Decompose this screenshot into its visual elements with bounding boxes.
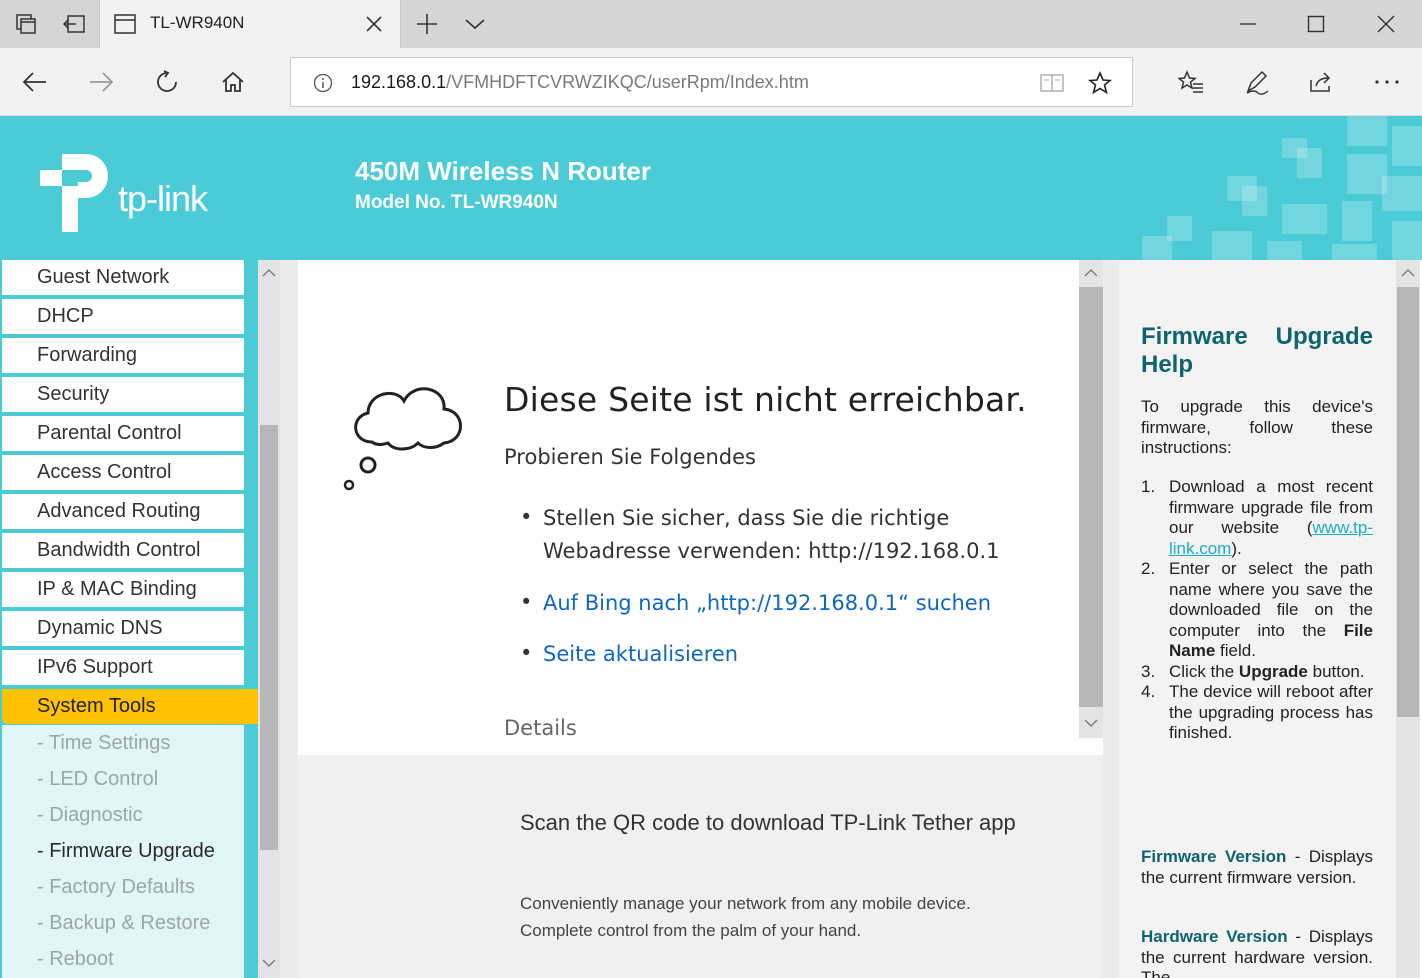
url-host: 192.168.0.1: [351, 72, 447, 92]
help-intro: To upgrade this device's firmware, follo…: [1141, 397, 1373, 457]
help-step-3: 3. Click the Upgrade button.: [1141, 661, 1365, 681]
main-frame: Diese Seite ist nicht erreichbar. Probie…: [298, 260, 1103, 978]
bullet-dot: •: [520, 505, 533, 529]
favorite-star-icon[interactable]: [1085, 58, 1115, 108]
new-tab-icon[interactable]: [403, 0, 451, 48]
submenu-item-diagnostic[interactable]: - Diagnostic: [2, 797, 244, 833]
bullet-dot: •: [520, 590, 533, 614]
sidebar-item-ip-mac-binding[interactable]: IP & MAC Binding: [2, 572, 244, 607]
cloud-thought-icon: [343, 387, 462, 491]
tab-manager-icon[interactable]: [2, 0, 50, 48]
tab-preview-chevron-icon[interactable]: [451, 0, 499, 48]
logo-text: tp-link: [118, 178, 208, 219]
tab-router[interactable]: TL-WR940N: [99, 0, 401, 48]
page-icon: [114, 14, 136, 38]
sidebar-item-ipv6-support[interactable]: IPv6 Support: [2, 650, 244, 685]
submenu-item-firmware-upgrade[interactable]: - Firmware Upgrade: [2, 833, 244, 869]
help-step-2: 2. Enter or select the path name where yo…: [1141, 559, 1373, 660]
reading-view-icon[interactable]: [1037, 58, 1067, 108]
router-header: tp-link 450M Wireless N Router Model No.…: [0, 116, 1422, 260]
url-path: /VFMHDFTCVRWZIKQC/userRpm/Index.htm: [446, 72, 809, 92]
minimize-icon[interactable]: [1214, 0, 1282, 48]
suggestion-line-1: Stellen Sie sicher, dass Sie die richtig…: [543, 506, 950, 530]
pen-notes-icon[interactable]: [1224, 48, 1290, 116]
menu-scrollbar-thumb[interactable]: [260, 425, 278, 850]
main-scroll-down-icon[interactable]: [1080, 712, 1102, 734]
help-panel: Firmware Upgrade Help To upgrade this de…: [1119, 260, 1396, 978]
submenu-item-factory-defaults[interactable]: - Factory Defaults: [2, 869, 244, 905]
forward-arrow-icon[interactable]: [68, 48, 134, 116]
bing-search-link[interactable]: Auf Bing nach „http://192.168.0.1“ suche…: [543, 587, 991, 620]
more-menu-icon[interactable]: [1354, 48, 1420, 116]
sidebar-item-security[interactable]: Security: [2, 377, 244, 412]
maximize-icon[interactable]: [1282, 0, 1350, 48]
error-subtitle: Probieren Sie Folgendes: [504, 445, 756, 469]
help-scrollbar-thumb[interactable]: [1397, 287, 1419, 717]
menu-scroll-up-icon[interactable]: [258, 262, 280, 284]
submenu-item-reboot[interactable]: - Reboot: [2, 941, 244, 977]
qr-promo-panel: Scan the QR code to download TP-Link Tet…: [298, 755, 1103, 978]
refresh-page-link[interactable]: Seite aktualisieren: [543, 638, 738, 671]
home-icon[interactable]: [200, 48, 266, 116]
help-firmware-version: Firmware Version - Displays the current …: [1141, 847, 1373, 887]
main-scroll-up-icon[interactable]: [1080, 262, 1102, 284]
frame-divider: [280, 260, 298, 978]
sidebar-item-forwarding[interactable]: Forwarding: [2, 338, 244, 373]
set-tabs-aside-icon[interactable]: [50, 0, 98, 48]
favorites-icon[interactable]: [1158, 48, 1224, 116]
details-toggle[interactable]: Details: [504, 716, 577, 740]
help-scroll-up-icon[interactable]: [1397, 262, 1419, 284]
router-model: Model No. TL-WR940N: [355, 192, 558, 213]
router-title: 450M Wireless N Router: [355, 156, 651, 186]
browser-titlebar: TL-WR940N: [0, 0, 1422, 48]
url-text[interactable]: 192.168.0.1/VFMHDFTCVRWZIKQC/userRpm/Ind…: [351, 72, 809, 93]
sidebar-item-dhcp[interactable]: DHCP: [2, 299, 244, 334]
help-steps: 1. Download a most recent firmware upgrad…: [1141, 477, 1373, 744]
back-arrow-icon[interactable]: [2, 48, 68, 116]
menu-scroll-down-icon[interactable]: [258, 952, 280, 974]
close-tab-icon[interactable]: [362, 12, 386, 40]
suggestion-line-2: Webadresse verwenden: http://192.168.0.1: [543, 539, 1000, 563]
help-step-4: 4. The device will reboot after the upgra…: [1141, 682, 1373, 742]
sidebar-item-advanced-routing[interactable]: Advanced Routing: [2, 494, 244, 529]
sidebar-item-system-tools[interactable]: System Tools: [2, 689, 258, 724]
address-bar[interactable]: 192.168.0.1/VFMHDFTCVRWZIKQC/userRpm/Ind…: [290, 57, 1133, 107]
sidebar-item-access-control[interactable]: Access Control: [2, 455, 244, 490]
bullet-dot: •: [520, 641, 533, 665]
error-title: Diese Seite ist nicht erreichbar.: [504, 380, 1027, 419]
sidebar-item-parental-control[interactable]: Parental Control: [2, 416, 244, 451]
tab-title: TL-WR940N: [150, 13, 245, 32]
frame-divider: [1103, 260, 1119, 978]
sidebar-menu: Guest Network DHCP Forwarding Security P…: [0, 260, 258, 978]
submenu-item-backup-restore[interactable]: - Backup & Restore: [2, 905, 244, 941]
main-scrollbar-thumb[interactable]: [1079, 287, 1103, 707]
tp-link-logo: [36, 152, 114, 236]
submenu-item-time-settings[interactable]: - Time Settings: [2, 725, 244, 761]
sidebar-item-guest-network[interactable]: Guest Network: [2, 260, 244, 295]
browser-toolbar: 192.168.0.1/VFMHDFTCVRWZIKQC/userRpm/Ind…: [0, 48, 1422, 116]
share-icon[interactable]: [1288, 48, 1354, 116]
qr-title: Scan the QR code to download TP-Link Tet…: [520, 810, 1016, 835]
help-title: Firmware Upgrade: [1141, 323, 1373, 350]
help-step-1: 1. Download a most recent firmware upgrad…: [1141, 477, 1373, 558]
refresh-icon[interactable]: [134, 48, 200, 116]
sidebar-item-dynamic-dns[interactable]: Dynamic DNS: [2, 611, 244, 646]
qr-description: Conveniently manage your network from an…: [520, 894, 971, 940]
help-hardware-version: Hardware Version - Displays the current …: [1141, 927, 1373, 978]
sidebar-item-bandwidth-control[interactable]: Bandwidth Control: [2, 533, 244, 568]
suggestion-check-address: Stellen Sie sicher, dass Sie die richtig…: [543, 502, 1000, 568]
submenu-item-led-control[interactable]: - LED Control: [2, 761, 244, 797]
header-pattern-icon: [1142, 116, 1422, 260]
help-title-line2: Help: [1141, 351, 1194, 378]
info-icon[interactable]: [311, 58, 335, 108]
close-window-icon[interactable]: [1352, 0, 1420, 48]
